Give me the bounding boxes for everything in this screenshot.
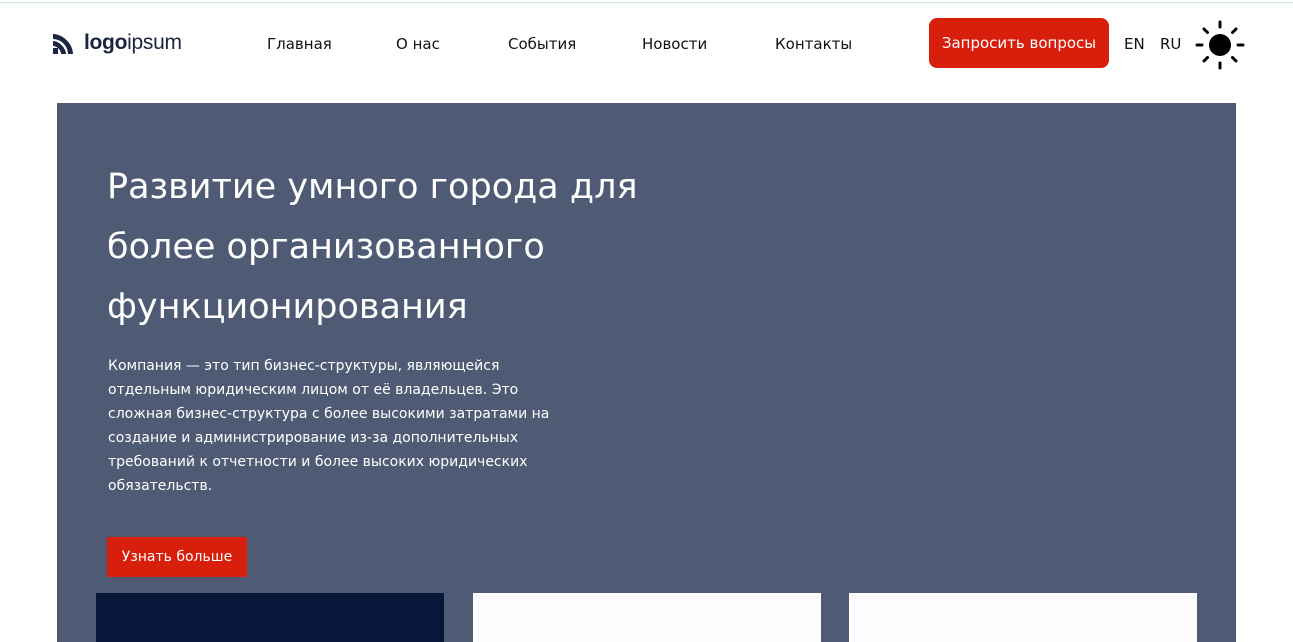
request-questions-button[interactable]: Запросить вопросы: [929, 18, 1109, 68]
logo-mark-icon: [53, 34, 73, 54]
lang-en-link[interactable]: EN: [1124, 34, 1145, 54]
sun-icon[interactable]: [1194, 19, 1246, 71]
logo[interactable]: logoipsum: [51, 28, 182, 58]
hero-title: Развитие умного города для более организ…: [107, 167, 638, 327]
top-border: [0, 2, 1293, 3]
nav-item-home[interactable]: Главная: [267, 34, 332, 54]
hero-description: Компания — это тип бизнес-структуры, явл…: [108, 358, 550, 494]
feature-card-dark: [96, 593, 444, 642]
logo-text: logoipsum: [84, 31, 182, 54]
nav-item-contacts[interactable]: Контакты: [775, 34, 852, 54]
lang-ru-link[interactable]: RU: [1160, 34, 1181, 54]
feature-card-light: [849, 593, 1197, 642]
feature-card-light: [473, 593, 821, 642]
nav-item-news[interactable]: Новости: [642, 34, 707, 54]
nav-item-about[interactable]: О нас: [396, 34, 440, 54]
hero-section: Развитие умного города для более организ…: [57, 103, 1236, 642]
learn-more-button[interactable]: Узнать больше: [107, 537, 247, 577]
nav-item-events[interactable]: События: [508, 34, 576, 54]
